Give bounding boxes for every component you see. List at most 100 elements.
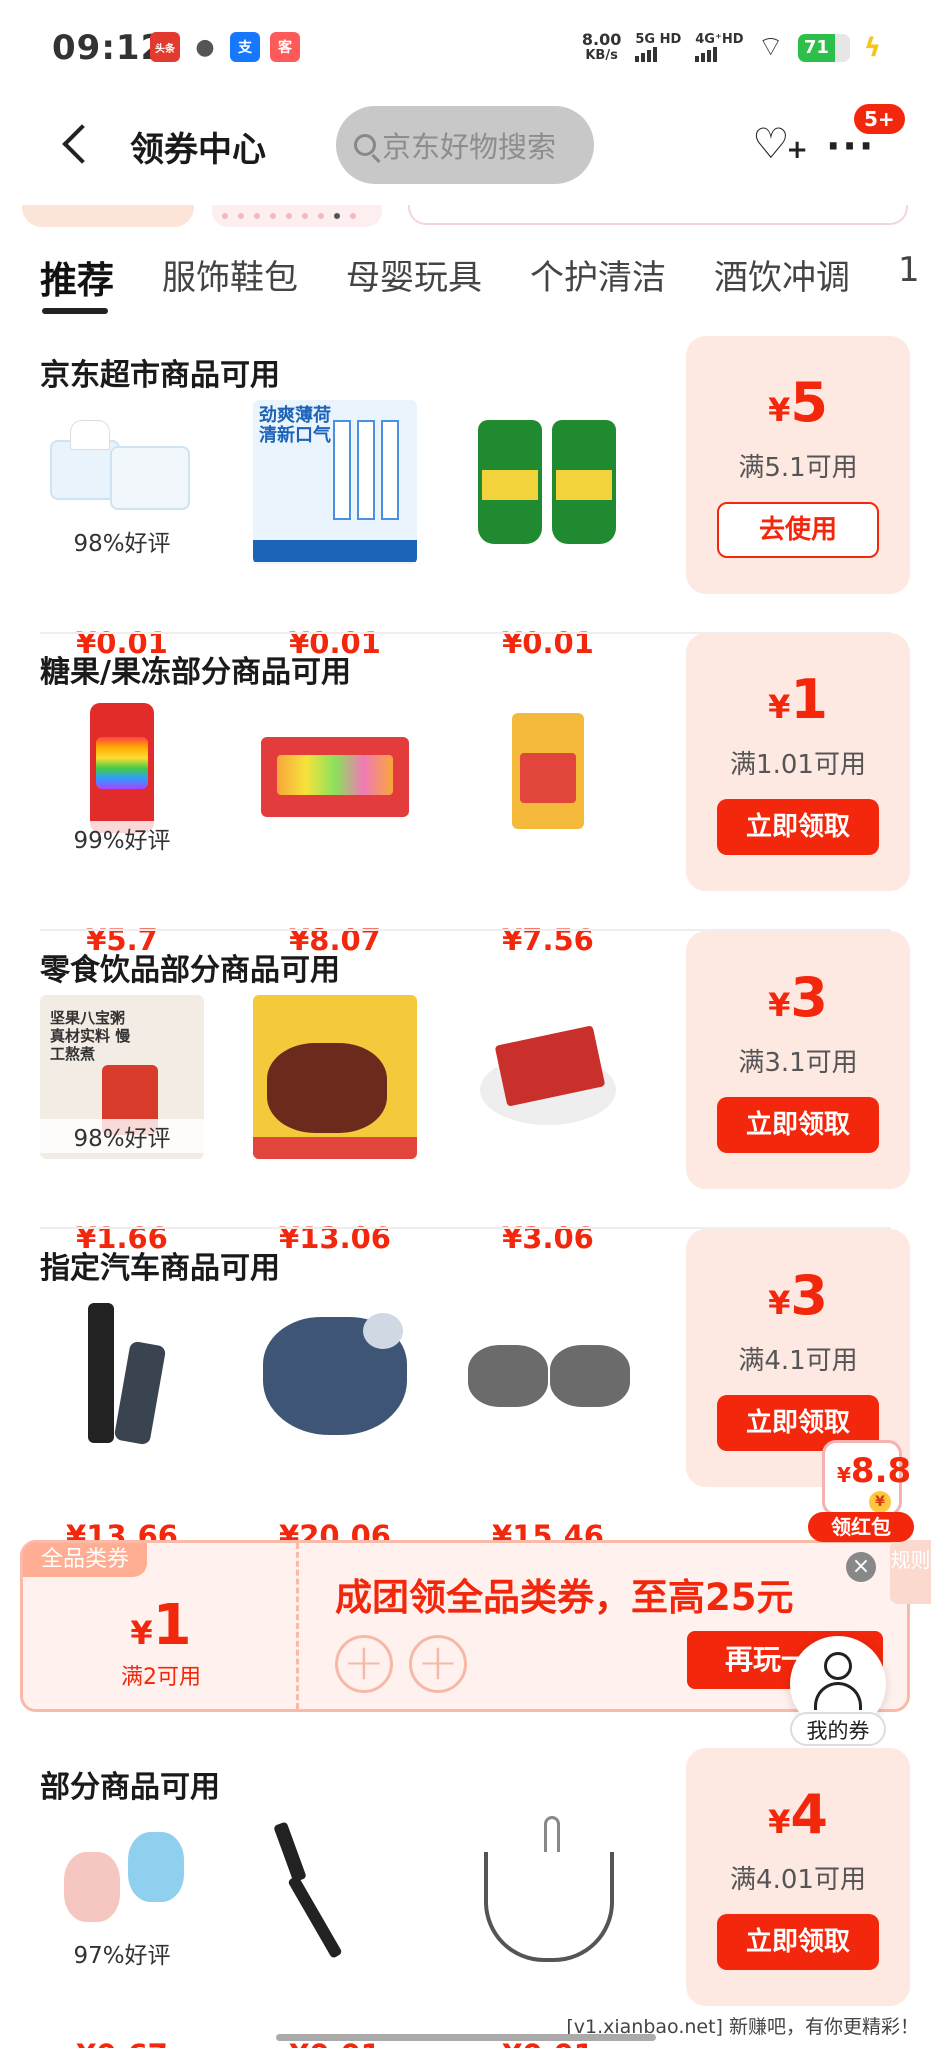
coupon-condition: 满3.1可用 <box>738 1048 858 1078</box>
status-time: 09:12 <box>52 28 166 68</box>
status-bar: 09:12 头条 ● 支 客 8.00 KB/s 5G HD 4G⁺HD ⌔ 7… <box>0 0 931 100</box>
notification-icons: 头条 ● 支 客 <box>150 32 300 62</box>
product-rating: 98%好评 <box>40 524 204 558</box>
promo-condition: 满2可用 <box>121 1665 201 1690</box>
coupon-card: ¥3 满3.1可用 立即领取 <box>686 931 910 1189</box>
tab-apparel[interactable]: 服饰鞋包 <box>162 250 298 320</box>
product-card[interactable]: ¥13.66 <box>40 1293 204 1553</box>
claim-coupon-button[interactable]: 立即领取 <box>717 799 879 855</box>
banner-strip <box>0 205 931 229</box>
status-right: 8.00 KB/s 5G HD 4G⁺HD ⌔ 71 ϟ <box>582 30 881 65</box>
product-image <box>466 1293 630 1457</box>
coupon-condition: 满1.01可用 <box>730 750 866 780</box>
signal-5g-icon: 5G HD <box>635 33 681 62</box>
red-packet-icon: ¥8.8 ¥ <box>822 1440 911 1516</box>
coupon-card: ¥4 满4.01可用 立即领取 <box>686 1748 910 2006</box>
product-card[interactable]: ¥3.06 <box>466 995 630 1255</box>
my-coupons-label: 我的券 <box>790 1712 886 1746</box>
coupon-amount: ¥3 <box>768 1264 828 1327</box>
red-packet-float[interactable]: ¥8.8 ¥ 领红包 <box>808 1440 914 1544</box>
product-card[interactable]: 98%好评 ¥0.01 <box>40 400 204 660</box>
promo-title: 成团领全品类券，至高25元 <box>335 1576 794 1619</box>
product-card[interactable]: 坚果八宝粥 真材实料 慢工熬煮 98%好评 ¥1.66 <box>40 995 204 1255</box>
product-card[interactable]: ¥0.01 <box>253 1812 417 2048</box>
coupon-condition: 满4.1可用 <box>738 1346 858 1376</box>
search-placeholder: 京东好物搜索 <box>382 130 557 164</box>
favorite-heart-icon[interactable]: ♡ + <box>752 122 808 166</box>
close-icon[interactable]: × <box>846 1552 876 1582</box>
message-badge: 5+ <box>854 104 905 134</box>
use-coupon-button[interactable]: 去使用 <box>717 502 879 558</box>
coupon-condition: 满4.01可用 <box>730 1865 866 1895</box>
coupon-amount: ¥1 <box>768 668 828 731</box>
product-card[interactable]: ¥13.06 <box>253 995 417 1255</box>
coin-icon: ¥ <box>869 1491 891 1513</box>
promo-tag: 全品类券 <box>23 1543 147 1577</box>
coupon-section: 指定汽车商品可用 ¥13.66 ¥20.06 ¥15.46 ¥3 满4.1可用 … <box>0 1229 931 1553</box>
home-indicator[interactable] <box>276 2034 656 2041</box>
product-card[interactable]: ¥0.01 <box>466 400 630 660</box>
product-image <box>466 400 630 564</box>
tab-personal-care[interactable]: 个护清洁 <box>530 250 666 320</box>
coupon-card: ¥5 满5.1可用 去使用 <box>686 336 910 594</box>
product-card[interactable]: 99%好评 ¥5.7 <box>40 697 204 957</box>
product-image <box>40 1293 204 1457</box>
claim-coupon-button[interactable]: 立即领取 <box>717 1097 879 1153</box>
product-image <box>253 995 417 1159</box>
product-card[interactable]: ¥7.56 <box>466 697 630 957</box>
product-price: ¥0.67 <box>40 2038 204 2048</box>
section-title: 零食饮品部分商品可用 <box>40 953 340 988</box>
coupon-amount: ¥5 <box>768 371 828 434</box>
product-card[interactable]: ¥15.46 <box>466 1293 630 1553</box>
product-image <box>253 1293 417 1457</box>
page-header: 领券中心 京东好物搜索 ♡ + ··· 5+ <box>0 100 931 210</box>
coupon-condition: 满5.1可用 <box>738 453 858 483</box>
charging-icon: ϟ <box>863 32 881 63</box>
coupon-section: 零食饮品部分商品可用 坚果八宝粥 真材实料 慢工熬煮 98%好评 ¥1.66 ¥1… <box>0 931 931 1255</box>
product-image: 99%好评 <box>40 697 204 861</box>
toutiao-app-icon: 头条 <box>150 32 180 62</box>
carousel-dots <box>222 213 356 219</box>
section-title: 指定汽车商品可用 <box>40 1251 280 1286</box>
coupon-amount: ¥4 <box>768 1783 828 1846</box>
product-card[interactable]: 劲爽薄荷 清新口气 ¥0.01 <box>253 400 417 660</box>
product-image: 坚果八宝粥 真材实料 慢工熬煮 98%好评 <box>40 995 204 1159</box>
red-packet-label: 领红包 <box>808 1512 914 1542</box>
group-coupon-banner[interactable]: 全品类券 ¥1 满2可用 成团领全品类券，至高25元 + + 再玩一 <box>20 1540 910 1712</box>
wifi-icon: ⌔ <box>757 30 784 63</box>
tab-recommend[interactable]: 推荐 <box>40 250 114 320</box>
back-arrow-icon[interactable] <box>50 120 100 170</box>
promo-amount: ¥1 <box>130 1593 192 1658</box>
section-title: 糖果/果冻部分商品可用 <box>40 655 351 690</box>
product-image: 98%好评 <box>40 400 204 564</box>
signal-4g-icon: 4G⁺HD <box>695 33 744 62</box>
user-icon <box>824 1652 852 1680</box>
product-image: 97%好评 <box>40 1812 204 1976</box>
invite-plus-icon[interactable]: + <box>409 1635 467 1693</box>
product-rating: 98%好评 <box>40 1119 204 1153</box>
coupon-amount: ¥3 <box>768 966 828 1029</box>
product-card[interactable]: ¥8.07 <box>253 697 417 957</box>
tab-drinks[interactable]: 酒饮冲调 <box>714 250 850 320</box>
product-image <box>253 697 417 861</box>
coupon-card: ¥1 满1.01可用 立即领取 <box>686 633 910 891</box>
section-title: 部分商品可用 <box>40 1770 220 1805</box>
product-card[interactable]: ¥0.01 <box>466 1812 630 2048</box>
rules-tab[interactable]: 规则 <box>890 1540 931 1604</box>
invite-plus-icon[interactable]: + <box>335 1635 393 1693</box>
product-card[interactable]: ¥20.06 <box>253 1293 417 1553</box>
product-card[interactable]: 97%好评 ¥0.67 <box>40 1812 204 2048</box>
my-coupons-float[interactable]: 我的券 <box>784 1636 892 1754</box>
product-rating: 97%好评 <box>40 1936 204 1970</box>
product-image: 劲爽薄荷 清新口气 <box>253 400 417 564</box>
tab-more[interactable]: 1 <box>898 250 920 320</box>
wechat-icon: ● <box>190 32 220 62</box>
alipay-icon: 支 <box>230 32 260 62</box>
search-icon <box>354 134 376 156</box>
claim-coupon-button[interactable]: 立即领取 <box>717 1914 879 1970</box>
category-tabs: 推荐 服饰鞋包 母婴玩具 个护清洁 酒饮冲调 1 <box>40 250 931 320</box>
product-rating: 99%好评 <box>40 821 204 855</box>
battery-icon: 71 <box>797 33 850 62</box>
search-box[interactable]: 京东好物搜索 <box>336 106 594 184</box>
tab-baby-toys[interactable]: 母婴玩具 <box>346 250 482 320</box>
